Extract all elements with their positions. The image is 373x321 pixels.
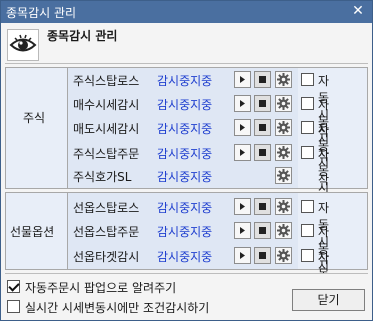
- row-name: 주식스탑로스: [73, 74, 140, 88]
- stop-icon[interactable]: [254, 95, 271, 112]
- auto-start-checkbox[interactable]: [301, 224, 314, 237]
- table-row: 선옵스탑주문감시중지중자동시작: [1, 220, 329, 290]
- play-icon[interactable]: [234, 95, 251, 112]
- gear-icon[interactable]: [275, 167, 292, 184]
- gear-icon[interactable]: [275, 222, 292, 239]
- close-button[interactable]: 닫기: [292, 289, 365, 311]
- header: 종목감시 관리: [1, 23, 372, 65]
- page-title: 종목감시 관리: [47, 29, 118, 43]
- status-text: 감시중지중: [157, 74, 213, 88]
- status-text: 감시중지중: [157, 170, 213, 184]
- row-name: 주식스탑주문: [73, 147, 140, 161]
- divider: [5, 63, 368, 64]
- stop-icon[interactable]: [254, 198, 271, 215]
- play-icon[interactable]: [234, 144, 251, 161]
- eye-icon: [7, 29, 39, 61]
- popup-notify-checkbox[interactable]: [7, 280, 20, 293]
- play-icon[interactable]: [234, 247, 251, 264]
- realtime-only-checkbox[interactable]: [7, 300, 20, 313]
- close-icon[interactable]: ✕: [350, 3, 366, 19]
- row-name: 선옵스탑주문: [73, 225, 140, 239]
- status-text: 감시중지중: [157, 225, 213, 239]
- status-text: 감시중지중: [157, 201, 213, 215]
- gear-icon[interactable]: [275, 247, 292, 264]
- auto-start-checkbox[interactable]: [301, 249, 314, 262]
- gear-icon[interactable]: [275, 119, 292, 136]
- stock-monitor-window: 종목감시 관리 ✕ 종목감시 관리 주식 주식스탑로스 감시중지중 자동시작 매수시세…: [0, 0, 373, 321]
- gear-icon[interactable]: [275, 71, 292, 88]
- table-row: 선옵스탑로스 감시중지중 자동시작: [1, 196, 329, 266]
- auto-start-checkbox[interactable]: [301, 146, 314, 159]
- table-row: 매도시세감시 감시중지중 자동시작: [1, 117, 329, 187]
- auto-start-checkbox[interactable]: [301, 73, 314, 86]
- gear-icon[interactable]: [275, 144, 292, 161]
- play-icon[interactable]: [234, 71, 251, 88]
- auto-start-checkbox[interactable]: [301, 200, 314, 213]
- row-name: 선옵타겟감시: [73, 250, 140, 264]
- gear-icon[interactable]: [275, 95, 292, 112]
- status-text: 감시중지중: [157, 147, 213, 161]
- play-icon[interactable]: [234, 119, 251, 136]
- stop-icon[interactable]: [254, 144, 271, 161]
- table-row: 주식스탑로스 감시중지중 자동시작: [1, 69, 329, 139]
- stop-icon[interactable]: [254, 71, 271, 88]
- table-row: 선옵타겟감시감시중지중자동시작: [1, 245, 329, 315]
- table-row: 매수시세감시 감시중지중 자동시작: [1, 93, 329, 163]
- auto-start-checkbox[interactable]: [301, 97, 314, 110]
- stop-icon[interactable]: [254, 247, 271, 264]
- options-area: 자동주문시 팝업으로 알려주기 실시간 시세변동시에만 조건감시하기 닫기: [1, 274, 372, 320]
- row-name: 매도시세감시: [73, 122, 140, 136]
- window-title: 종목감시 관리: [6, 6, 77, 20]
- row-name: 매수시세감시: [73, 98, 140, 112]
- status-text: 감시중지중: [157, 98, 213, 112]
- realtime-only-label: 실시간 시세변동시에만 조건감시하기: [25, 301, 210, 315]
- gear-icon[interactable]: [275, 198, 292, 215]
- auto-start-checkbox[interactable]: [301, 121, 314, 134]
- play-icon[interactable]: [234, 198, 251, 215]
- status-text: 감시중지중: [157, 122, 213, 136]
- play-icon[interactable]: [234, 222, 251, 239]
- table-row: 주식호가SL 감시중지중: [1, 165, 301, 187]
- popup-notify-label: 자동주문시 팝업으로 알려주기: [25, 281, 177, 295]
- title-bar[interactable]: 종목감시 관리 ✕: [1, 1, 372, 23]
- stop-icon[interactable]: [254, 119, 271, 136]
- status-text: 감시중지중: [157, 250, 213, 264]
- row-name: 선옵스탑로스: [73, 201, 140, 215]
- row-name: 주식호가SL: [73, 170, 132, 184]
- stop-icon[interactable]: [254, 222, 271, 239]
- table-row: 주식스탑주문감시중지중자동시작: [1, 142, 329, 212]
